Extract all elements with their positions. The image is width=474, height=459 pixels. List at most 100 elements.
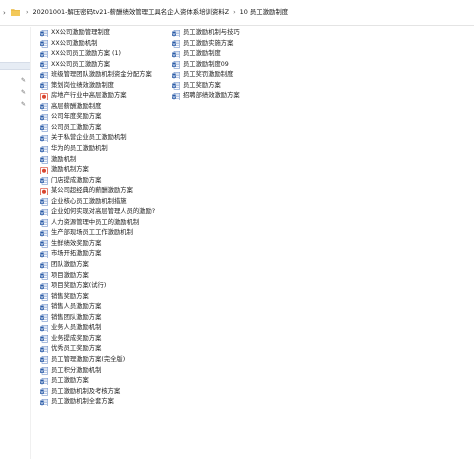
file-item[interactable]: 企业核心员工激励机制措施: [40, 197, 180, 208]
file-item[interactable]: 班级管理团队激励机制资金分配方案: [40, 70, 180, 81]
word-doc-icon: [40, 40, 48, 48]
word-doc-icon: [40, 29, 48, 37]
file-name: 公司年度奖励方案: [51, 113, 102, 121]
file-item[interactable]: 激励机制: [40, 155, 180, 166]
file-item[interactable]: 销售奖励方案: [40, 292, 180, 303]
file-item[interactable]: 房地产行业中高层激励方案: [40, 91, 180, 102]
word-doc-icon: [40, 303, 48, 312]
file-item[interactable]: 员工激励机制与技巧: [172, 28, 312, 39]
file-item[interactable]: 生产部现场员工工作激励机制: [40, 228, 180, 239]
navigation-pane: ✎ ✎ ✎: [0, 27, 31, 459]
word-doc-icon: [40, 103, 48, 111]
file-item[interactable]: 团队激励方案: [40, 260, 180, 271]
file-item[interactable]: 企业如何实现对高层管理人员的激励?: [40, 207, 180, 218]
file-name: XX公司激励机制: [51, 39, 98, 47]
file-name: 销售人员激励方案: [51, 303, 102, 311]
file-name: 员工积分激励机制: [51, 366, 102, 374]
file-item[interactable]: 员工激励制度: [172, 49, 312, 60]
file-item[interactable]: 门店提成激励方案: [40, 176, 180, 187]
file-item[interactable]: 招聘部绩效激励方案: [172, 91, 312, 102]
word-doc-icon: [40, 82, 48, 90]
file-name: 员工奖励方案: [183, 81, 221, 89]
pin-icon[interactable]: ✎: [20, 77, 27, 84]
file-name: 某公司超经典的薪酬激励方案: [51, 187, 133, 195]
file-name: 策划岗位绩效激励制度: [51, 81, 114, 89]
file-name: 市场开拓激励方案: [51, 250, 102, 258]
word-doc-icon: [40, 272, 48, 280]
file-item[interactable]: 员工激励制度09: [172, 60, 312, 71]
file-item[interactable]: 生鲜绩效奖励方案: [40, 239, 180, 250]
word-doc-icon: [40, 377, 48, 386]
file-item[interactable]: 员工激励机制全套方案: [40, 397, 180, 408]
chevron-right-icon: ›: [233, 8, 236, 16]
file-item[interactable]: 市场开拓激励方案: [40, 249, 180, 260]
file-name: 高层薪酬激励制度: [51, 102, 102, 110]
file-name: XX公司员工激励方案: [51, 60, 111, 68]
word-doc-icon: [172, 82, 180, 90]
file-item[interactable]: 销售人员激励方案: [40, 302, 180, 313]
file-item[interactable]: 员工激励方案: [40, 376, 180, 387]
file-item[interactable]: 优秀员工奖励方案: [40, 344, 180, 355]
file-item[interactable]: XX公司员工激励方案: [40, 60, 180, 71]
pin-icon[interactable]: ✎: [20, 101, 27, 108]
file-name: 关于私营企业员工激励机制: [51, 134, 127, 142]
file-item[interactable]: 策划岗位绩效激励制度: [40, 81, 180, 92]
file-item[interactable]: 员工激励实施方案: [172, 39, 312, 50]
file-item[interactable]: 员工奖罚激励制度: [172, 70, 312, 81]
file-item[interactable]: 项目激励方案: [40, 271, 180, 282]
file-name: 员工激励实施方案: [183, 39, 234, 47]
file-name: 人力资源管理中员工的激励机制: [51, 218, 140, 226]
word-doc-icon: [40, 261, 48, 270]
file-name: 优秀员工奖励方案: [51, 345, 102, 353]
file-item[interactable]: 公司员工激励方案: [40, 123, 180, 134]
nav-selected-item[interactable]: [0, 62, 30, 70]
file-name: XX公司激励管理制度: [51, 29, 111, 36]
word-doc-icon: [40, 71, 48, 80]
file-item[interactable]: 业务人员激励机制: [40, 323, 180, 334]
file-item[interactable]: 人力资源管理中员工的激励机制: [40, 218, 180, 229]
word-doc-icon: [40, 250, 48, 259]
file-item[interactable]: 员工奖励方案: [172, 81, 312, 92]
file-name: 华为的员工激励机制: [51, 145, 108, 153]
word-doc-icon: [40, 314, 48, 322]
word-doc-icon: [40, 356, 48, 364]
file-item[interactable]: 某公司超经典的薪酬激励方案: [40, 186, 180, 197]
file-item[interactable]: 员工积分激励机制: [40, 366, 180, 377]
word-doc-icon: [40, 177, 48, 185]
file-item[interactable]: 员工激励机制及考核方案: [40, 387, 180, 398]
file-name: 团队激励方案: [51, 261, 89, 269]
word-doc-icon: [172, 71, 180, 80]
file-name: 员工激励机制与技巧: [183, 29, 240, 36]
pin-icon[interactable]: ✎: [20, 89, 27, 96]
file-item[interactable]: 员工管理激励方案(完全版): [40, 355, 180, 366]
file-item[interactable]: 项目奖励方案(试行): [40, 281, 180, 292]
file-name: 员工管理激励方案(完全版): [51, 355, 126, 363]
word-doc-icon: [40, 50, 48, 59]
file-name: 员工激励机制全套方案: [51, 398, 114, 406]
chevron-right-icon[interactable]: ›: [3, 9, 11, 17]
file-name: 业务提成奖励方案: [51, 334, 102, 342]
word-doc-icon: [172, 92, 180, 101]
file-name: XX公司员工激励方案 (1): [51, 50, 121, 58]
file-name: 企业如何实现对高层管理人员的激励?: [51, 208, 156, 216]
file-item[interactable]: 激励机制方案: [40, 165, 180, 176]
file-item[interactable]: XX公司激励机制: [40, 39, 180, 50]
file-list-column-right: 员工激励机制与技巧 员工激励实施方案员工激励制度 员工激励制度09 员工奖罚激励制度员…: [172, 28, 312, 102]
file-item[interactable]: 公司年度奖励方案: [40, 112, 180, 123]
file-item[interactable]: XX公司员工激励方案 (1): [40, 49, 180, 60]
breadcrumb-item-current[interactable]: 10 员工激励制度: [240, 8, 289, 16]
address-bar[interactable]: › › 20201001-解压密码tv21-薪酬绩效管理工具名企人资体系培训资料Z…: [0, 0, 474, 26]
file-item[interactable]: 华为的员工激励机制: [40, 144, 180, 155]
file-item[interactable]: XX公司激励管理制度: [40, 28, 180, 39]
file-item[interactable]: 销售团队激励方案: [40, 313, 180, 324]
file-item[interactable]: 关于私营企业员工激励机制: [40, 133, 180, 144]
file-item[interactable]: 业务提成奖励方案: [40, 334, 180, 345]
file-item[interactable]: 高层薪酬激励制度: [40, 102, 180, 113]
file-name: 公司员工激励方案: [51, 123, 102, 131]
breadcrumb-item-root[interactable]: 20201001-解压密码tv21-薪酬绩效管理工具名企人资体系培训资料Z: [33, 8, 230, 16]
word-doc-icon: [40, 229, 48, 238]
file-name: 业务人员激励机制: [51, 324, 102, 332]
word-doc-icon: [40, 61, 48, 69]
file-name: 项目奖励方案(试行): [51, 282, 107, 290]
word-doc-icon: [40, 345, 48, 354]
